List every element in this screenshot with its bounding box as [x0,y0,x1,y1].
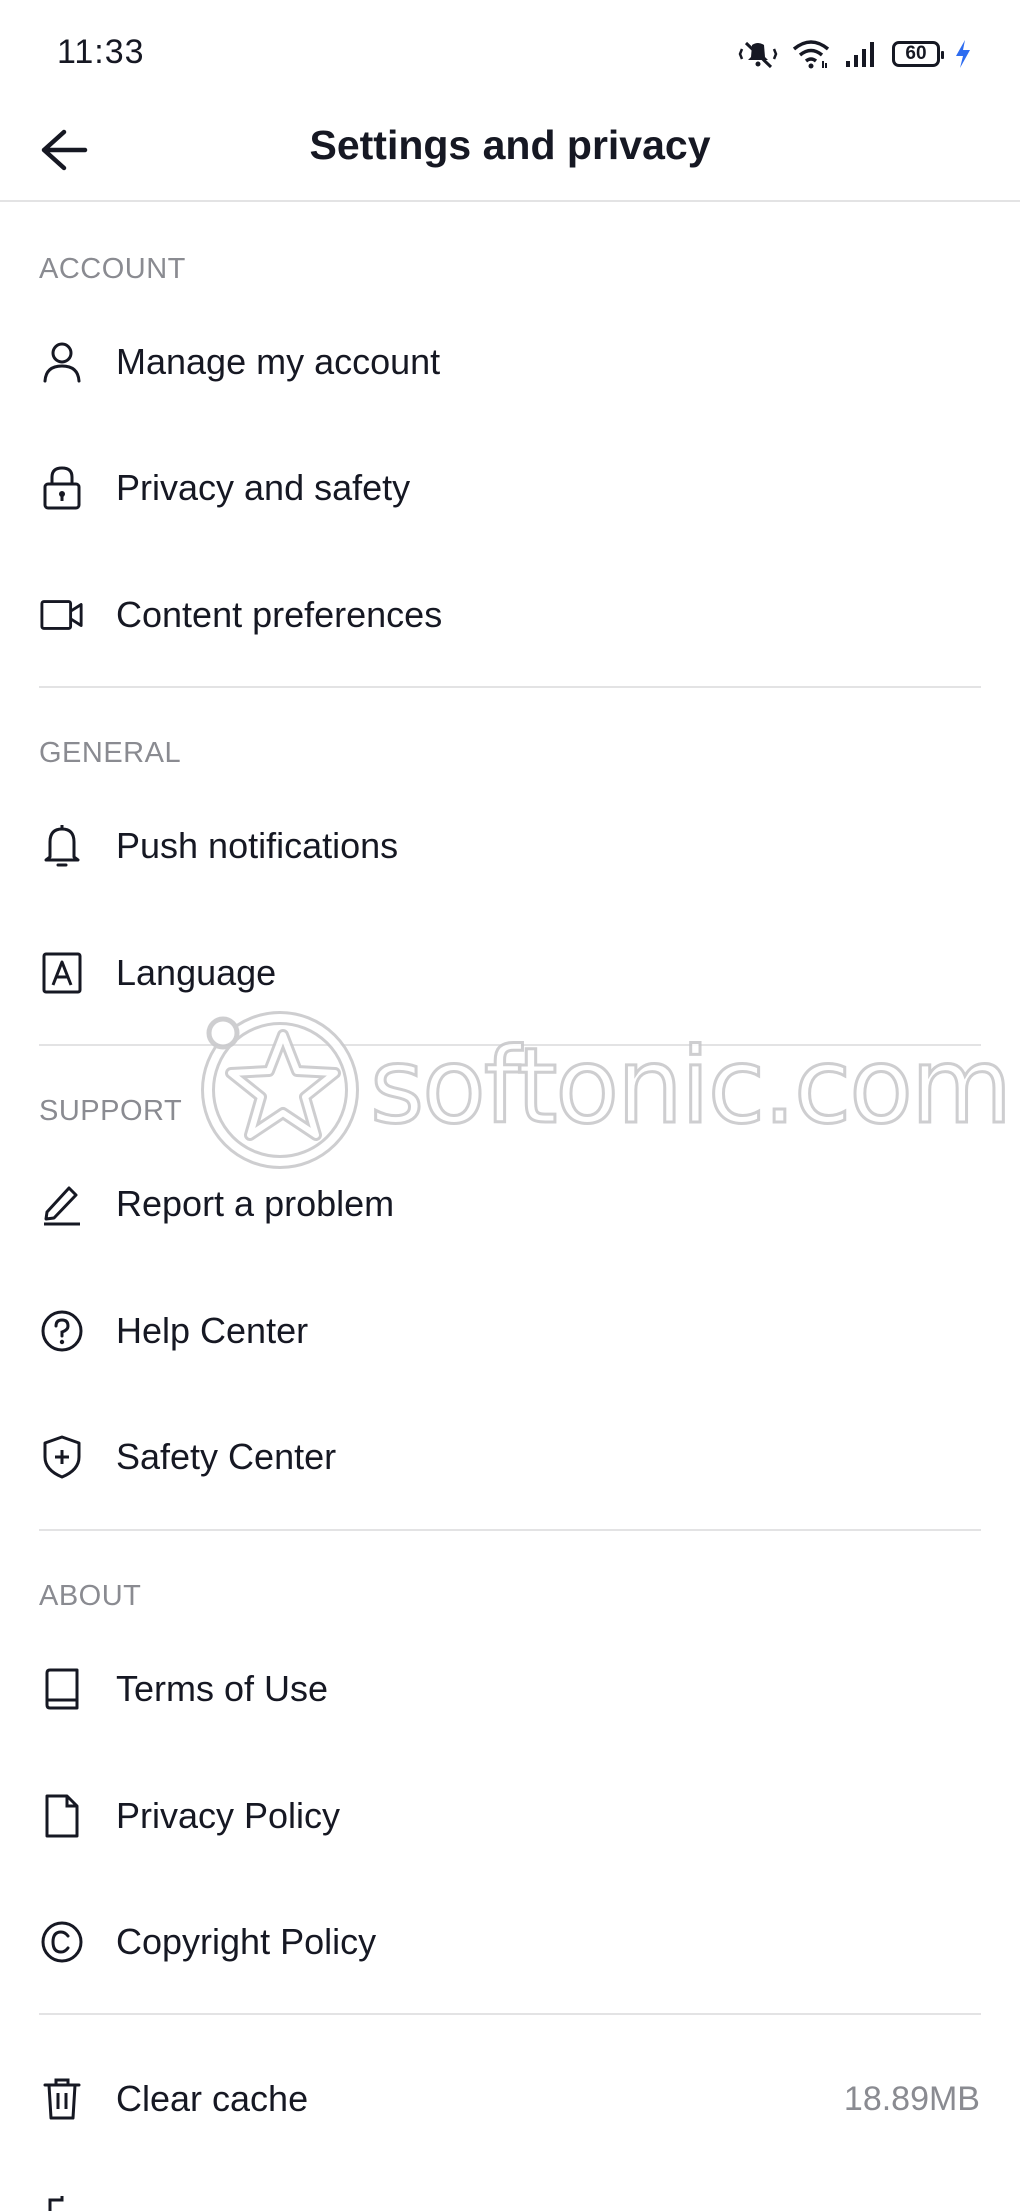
charging-bolt-icon [956,40,970,68]
settings-item-manage-account[interactable]: Manage my account [0,306,1020,418]
bell-icon [40,824,84,868]
partial-row-icon [48,2196,64,2211]
settings-item-privacy-policy[interactable]: Privacy Policy [0,1760,1020,1872]
settings-item-label: Clear cache [116,2078,309,2119]
copyright-icon [40,1920,84,1964]
battery-level: 60 [905,43,927,64]
shield-plus-icon [40,1435,84,1479]
settings-item-push-notifications[interactable]: Push notifications [0,790,1020,902]
settings-item-terms-of-use[interactable]: Terms of Use [0,1633,1020,1745]
settings-item-label: Push notifications [116,825,399,866]
nav-bar: Settings and privacy [0,100,1020,202]
settings-item-label: Terms of Use [116,1668,329,1709]
silent-vibrate-icon [738,41,778,69]
status-icons: 60 [738,36,972,72]
status-time: 11:33 [57,33,145,71]
lock-icon [40,466,84,510]
letter-a-icon [40,951,84,995]
settings-item-label: Privacy and safety [116,467,411,508]
settings-item-label: Language [116,952,277,993]
settings-item-label: Help Center [116,1310,309,1351]
settings-item-privacy-safety[interactable]: Privacy and safety [0,432,1020,544]
person-icon [40,340,84,384]
settings-item-safety-center[interactable]: Safety Center [0,1401,1020,1513]
document-icon [40,1794,84,1838]
settings-item-label: Safety Center [116,1436,337,1477]
section-divider [39,2013,981,2015]
signal-icon [846,42,874,67]
section-header-about: ABOUT [39,1580,142,1612]
settings-item-report-problem[interactable]: Report a problem [0,1148,1020,1260]
question-circle-icon [40,1309,84,1353]
page-title: Settings and privacy [309,122,711,168]
battery-indicator: 60 [892,41,944,67]
settings-item-label: Privacy Policy [116,1795,341,1836]
settings-item-content-preferences[interactable]: Content preferences [0,559,1020,671]
book-icon [40,1667,84,1711]
settings-item-copyright-policy[interactable]: Copyright Policy [0,1886,1020,1998]
pencil-icon [40,1182,84,1226]
settings-item-label: Manage my account [116,341,441,382]
settings-item-label: Copyright Policy [116,1921,377,1962]
section-header-general: GENERAL [39,737,182,769]
settings-item-label: Content preferences [116,594,443,635]
cache-size-value: 18.89MB [843,2079,980,2118]
settings-item-language[interactable]: Language [0,917,1020,1029]
trash-icon [40,2077,84,2121]
section-divider [39,1044,981,1046]
section-divider [39,686,981,688]
section-divider [39,1529,981,1531]
settings-item-help-center[interactable]: Help Center [0,1275,1020,1387]
status-bar: 11:33 60 [0,0,1020,100]
settings-item-label: Report a problem [116,1183,395,1224]
wifi-icon [792,40,830,69]
video-camera-icon [40,593,84,637]
section-header-support: SUPPORT [39,1095,183,1127]
section-header-account: ACCOUNT [39,253,186,285]
settings-item-clear-cache[interactable]: Clear cache 18.89MB [0,2043,1020,2155]
